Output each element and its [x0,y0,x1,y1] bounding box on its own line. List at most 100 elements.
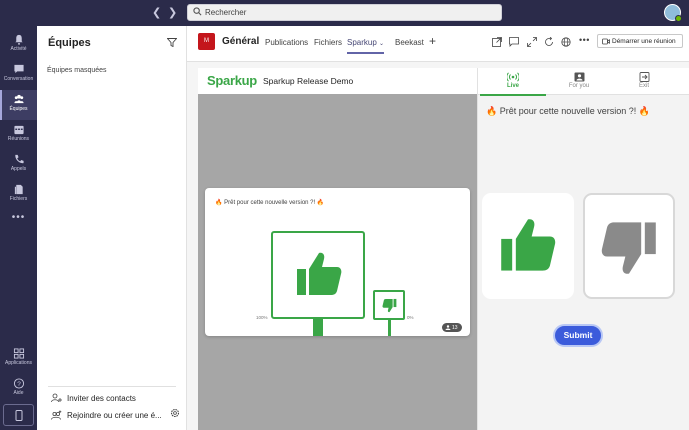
poll-question: 🔥 Prêt pour cette nouvelle version ?! 🔥 [486,106,650,116]
participants-badge: 13 [442,323,462,332]
help-icon: ? [13,378,24,389]
divider [48,386,176,387]
live-broadcast-icon [507,72,519,82]
person-icon [445,325,451,330]
results-card: 🔥 Prêt pour cette nouvelle version ?! 🔥 … [205,188,470,336]
svg-text:?: ? [17,381,21,388]
thumbs-down-result [373,290,405,320]
sparkup-logo: Sparkup [207,73,257,88]
tab-for-you[interactable]: For you [546,68,612,95]
rail-item-teams[interactable]: Équipes [0,90,37,120]
tab-live[interactable]: Live [480,68,546,96]
tab-for-you-label: For you [568,83,590,89]
refresh-icon[interactable] [544,37,554,47]
rail-label: Conversation [3,76,34,82]
tab-exit-label: Exit [638,83,649,89]
filter-icon[interactable] [167,38,177,47]
vote-thumbs-up-option[interactable] [482,193,574,299]
rail-item-help[interactable]: ? Aide [0,374,37,404]
forward-arrow-icon[interactable]: ❯ [168,6,177,19]
device-button[interactable] [3,404,34,426]
app-title: Sparkup Release Demo [263,76,354,86]
add-tab-icon[interactable]: + [429,34,436,48]
thumbs-down-percentage: 0% [407,315,414,320]
start-meeting-button[interactable]: Démarrer une réunion [597,34,683,48]
channel-header: M Général Publications Fichiers Sparkup … [187,26,689,62]
rail-item-activity[interactable]: Activité [0,30,37,60]
thumbs-up-bar [313,319,323,336]
rail-label: Applications [5,360,32,366]
invite-people-icon [51,393,62,403]
presence-status-icon [675,15,682,22]
rail-item-files[interactable]: Fichiers [0,180,37,210]
rail-label: Activité [10,46,27,52]
thumbs-down-icon [601,222,656,274]
rail-item-apps[interactable]: Applications [0,344,37,374]
teams-icon [13,94,24,104]
vote-thumbs-down-option[interactable] [583,193,675,299]
video-camera-icon [602,38,610,45]
side-tabs: Live For you Exit [478,68,689,96]
back-arrow-icon[interactable]: ❮ [152,6,161,19]
files-icon [14,184,23,195]
thumbs-up-result [271,231,365,319]
tab-sparkup-label: Sparkup [347,38,377,47]
more-options-icon[interactable]: ••• [579,35,590,45]
bell-icon [14,34,23,45]
app-rail: Activité Conversation Équipes Réunions A… [0,26,37,430]
thumbs-up-icon [297,252,342,295]
exit-icon [639,72,649,82]
popout-icon[interactable] [492,37,502,47]
start-meeting-label: Démarrer une réunion [612,38,676,45]
rail-item-more[interactable]: ••• [0,212,37,228]
title-bar: ❮ ❯ Rechercher [0,0,689,26]
team-avatar: M [198,33,215,50]
search-input[interactable]: Rechercher [187,4,502,21]
submit-button[interactable]: Submit [553,324,603,347]
participants-count: 13 [452,324,458,331]
tab-publications[interactable]: Publications [265,38,308,47]
expand-icon[interactable] [527,37,537,47]
conversation-icon[interactable] [509,37,519,47]
tab-files[interactable]: Fichiers [314,38,342,47]
more-icon: ••• [11,212,26,223]
teams-panel: Équipes Équipes masquées Inviter des con… [37,26,187,430]
tab-live-label: Live [506,83,519,89]
join-create-team-label: Rejoindre ou créer une é... [67,411,162,420]
calendar-icon [13,125,24,135]
mobile-device-icon [15,410,23,421]
avatar[interactable] [664,4,682,22]
tab-beekast[interactable]: Beekast [395,38,424,47]
rail-item-calls[interactable]: Appels [0,150,37,180]
panel-title: Équipes [48,37,91,49]
card-question: 🔥 Prêt pour cette nouvelle version ?! 🔥 [215,200,325,206]
sparkup-side-panel: Live For you Exit 🔥 Prêt pour cette nouv… [477,68,689,430]
apps-icon [13,348,24,359]
hidden-teams-item[interactable]: Équipes masquées [47,67,107,74]
rail-item-chat[interactable]: Conversation [0,60,37,90]
thumbs-down-icon [382,298,397,313]
gear-icon[interactable] [170,408,180,418]
sparkup-app-header: Sparkup Sparkup Release Demo [198,68,477,94]
presentation-stage: 🔥 Prêt pour cette nouvelle version ?! 🔥 … [198,94,477,430]
invite-contacts-label: Inviter des contacts [67,394,136,403]
rail-item-meetings[interactable]: Réunions [0,120,37,150]
search-placeholder: Rechercher [205,8,247,17]
thumbs-down-bar [388,320,391,336]
globe-icon[interactable] [561,37,571,47]
phone-icon [14,154,24,164]
rail-label: Fichiers [9,196,28,202]
rail-label: Appels [10,166,27,172]
tab-sparkup[interactable]: Sparkup ⌄ [347,38,385,54]
thumbs-up-percentage: 100% [256,315,268,320]
rail-label: Équipes [9,106,28,112]
profile-card-icon [574,72,584,82]
search-icon [193,7,202,16]
rail-label: Réunions [7,136,30,142]
tab-exit[interactable]: Exit [611,68,677,95]
thumbs-up-icon [501,219,556,271]
rail-label: Aide [13,390,24,396]
channel-name: Général [222,36,260,47]
chevron-down-icon: ⌄ [379,41,385,47]
chat-icon [13,64,24,74]
